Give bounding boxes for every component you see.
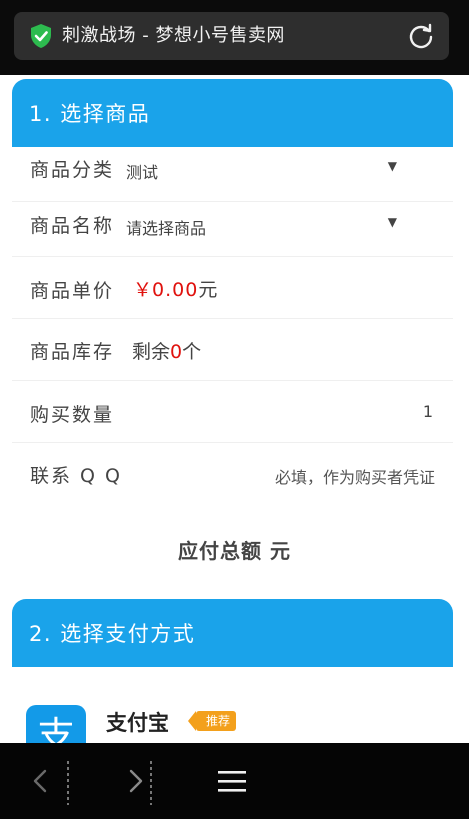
category-value: 测试 [126,163,159,182]
qq-input[interactable]: 必填，作为购买者凭证 [275,464,435,488]
category-select[interactable]: 商品分类 测试 ▼ [12,147,453,202]
alipay-name: 支付宝 [106,711,169,735]
page-content: 1. 选择商品 商品分类 测试 ▼ 商品名称 请选择商品 ▼ 商品单价 ￥0.0… [0,75,469,743]
alipay-glyph-icon: 支 [37,714,75,743]
section-payment-header: 2. 选择支付方式 [12,599,453,667]
price-currency: ￥ [133,279,153,301]
alipay-logo-char: 支 [37,714,75,743]
product-name-select[interactable]: 商品名称 请选择商品 ▼ [12,202,453,257]
price-value: ￥0.00元 [133,275,217,302]
quantity-input[interactable]: 1 [423,402,433,421]
price-unit: 元 [198,279,218,301]
stock-label: 商品库存 [30,341,115,363]
section-title: 1. 选择商品 [29,102,151,126]
category-label: 商品分类 [30,159,115,181]
price-row: 商品单价 ￥0.00元 [12,257,453,319]
divider [67,761,69,805]
stock-prefix: 剩余 [132,341,171,363]
back-arrow-icon[interactable] [20,761,60,801]
browser-bottom-bar [0,743,469,819]
quantity-label: 购买数量 [30,404,115,426]
alipay-logo-icon: 支 [26,705,86,743]
qq-label: 联系 Q Q [30,465,122,487]
product-name-label: 商品名称 [30,215,115,237]
product-name-value: 请选择商品 [126,219,207,238]
section-select-product-header: 1. 选择商品 [12,79,453,147]
secure-shield-icon [31,24,51,48]
qq-row: 联系 Q Q 必填，作为购买者凭证 [12,443,453,505]
recommend-badge: 推荐 [187,711,237,731]
refresh-icon[interactable] [407,22,435,50]
stock-suffix: 个 [182,341,202,363]
browser-top-bar: 刺激战场 - 梦想小号售卖网 [0,0,469,75]
price-label: 商品单价 [30,280,115,302]
stock-count: 0 [170,341,183,363]
address-bar[interactable]: 刺激战场 - 梦想小号售卖网 [14,12,449,60]
payment-option-alipay[interactable]: 支 支付宝 推荐 [12,687,453,743]
divider [150,761,152,805]
chevron-down-icon: ▼ [387,159,397,173]
page-title: 刺激战场 - 梦想小号售卖网 [62,25,285,46]
menu-icon[interactable] [212,761,252,801]
total-amount: 应付总额 元 [178,539,291,563]
price-amount: 0.00 [152,279,199,301]
section-title: 2. 选择支付方式 [29,622,196,646]
chevron-down-icon: ▼ [387,215,397,229]
quantity-row: 购买数量 1 [12,381,453,443]
stock-row: 商品库存 剩余0个 [12,319,453,381]
stock-value: 剩余0个 [132,337,201,364]
